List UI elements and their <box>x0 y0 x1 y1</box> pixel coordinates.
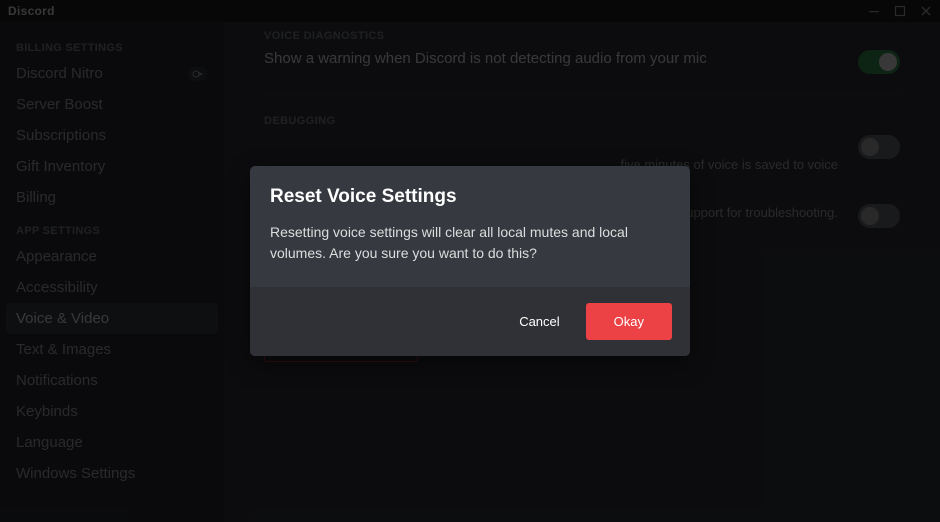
modal-backdrop[interactable]: Reset Voice Settings Resetting voice set… <box>0 0 940 522</box>
reset-voice-settings-modal: Reset Voice Settings Resetting voice set… <box>250 166 690 356</box>
cancel-button[interactable]: Cancel <box>511 304 567 339</box>
okay-button[interactable]: Okay <box>586 303 672 340</box>
modal-text: Resetting voice settings will clear all … <box>270 222 670 263</box>
modal-title: Reset Voice Settings <box>270 186 670 208</box>
modal-footer: Cancel Okay <box>250 287 690 356</box>
